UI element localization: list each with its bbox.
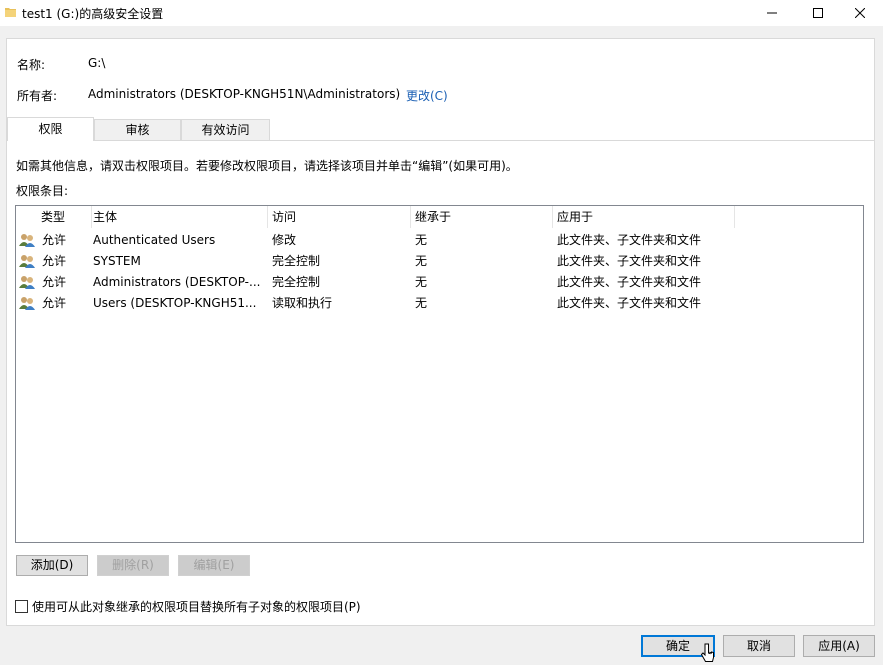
cell-access: 完全控制 <box>272 254 321 268</box>
cell-inherited: 无 <box>415 254 428 268</box>
table-row[interactable]: 允许 SYSTEM 完全控制 无 此文件夹、子文件夹和文件 <box>16 251 863 272</box>
entries-label: 权限条目: <box>16 184 69 198</box>
cell-inherited: 无 <box>415 233 428 247</box>
users-icon <box>19 255 35 268</box>
table-row[interactable]: 允许 Users (DESKTOP-KNGH51... 读取和执行 无 此文件夹… <box>16 293 863 314</box>
cell-applies: 此文件夹、子文件夹和文件 <box>557 254 702 268</box>
column-header-applies[interactable]: 应用于 <box>552 206 735 228</box>
owner-value: Administrators (DESKTOP-KNGH51N\Administ… <box>88 87 401 101</box>
apply-button[interactable]: 应用(A) <box>803 635 875 657</box>
cell-access: 完全控制 <box>272 275 321 289</box>
cell-applies: 此文件夹、子文件夹和文件 <box>557 233 702 247</box>
table-row[interactable]: 允许 Administrators (DESKTOP-... 完全控制 无 此文… <box>16 272 863 293</box>
users-icon <box>19 276 35 289</box>
cell-access: 读取和执行 <box>272 296 333 310</box>
instructions-text: 如需其他信息，请双击权限项目。若要修改权限项目，请选择该项目并单击“编辑”(如果… <box>16 159 518 173</box>
mouse-cursor-icon <box>701 643 714 662</box>
change-owner-link[interactable]: 更改(C) <box>406 87 448 104</box>
cell-applies: 此文件夹、子文件夹和文件 <box>557 275 702 289</box>
column-header-inherited[interactable]: 继承于 <box>410 206 553 228</box>
cell-type: 允许 <box>42 254 67 268</box>
owner-label: 所有者: <box>17 89 58 103</box>
maximize-button[interactable] <box>795 0 841 26</box>
window-title: test1 (G:)的高级安全设置 <box>22 7 164 21</box>
cell-applies: 此文件夹、子文件夹和文件 <box>557 296 702 310</box>
add-button[interactable]: 添加(D) <box>16 555 88 576</box>
tab-permissions[interactable]: 权限 <box>7 117 94 141</box>
cell-inherited: 无 <box>415 275 428 289</box>
cell-type: 允许 <box>42 296 67 310</box>
permissions-list[interactable]: 类型 主体 访问 继承于 应用于 允许 Authenticated Users … <box>15 205 864 543</box>
close-icon <box>855 8 865 18</box>
remove-button[interactable]: 删除(R) <box>97 555 169 576</box>
close-button[interactable] <box>837 0 883 26</box>
users-icon <box>19 234 35 247</box>
minimize-button[interactable] <box>749 0 795 26</box>
cell-type: 允许 <box>42 233 67 247</box>
maximize-icon <box>813 8 823 18</box>
cell-inherited: 无 <box>415 296 428 310</box>
edit-button[interactable]: 编辑(E) <box>178 555 250 576</box>
cell-principal: SYSTEM <box>93 254 141 268</box>
users-icon <box>19 297 35 310</box>
folder-icon <box>5 8 16 17</box>
cell-type: 允许 <box>42 275 67 289</box>
column-header-type[interactable]: 类型 <box>36 206 92 228</box>
column-header-access[interactable]: 访问 <box>267 206 411 228</box>
cell-principal: Users (DESKTOP-KNGH51... <box>93 296 257 310</box>
table-row[interactable]: 允许 Authenticated Users 修改 无 此文件夹、子文件夹和文件 <box>16 230 863 251</box>
replace-permissions-label: 使用可从此对象继承的权限项目替换所有子对象的权限项目(P) <box>32 600 361 614</box>
tab-effective-access[interactable]: 有效访问 <box>181 119 270 140</box>
column-header-principal[interactable]: 主体 <box>88 206 268 228</box>
cell-principal: Authenticated Users <box>93 233 216 247</box>
minimize-icon <box>767 12 777 14</box>
tab-divider <box>7 140 875 141</box>
title-bar: test1 (G:)的高级安全设置 <box>0 0 883 26</box>
tab-auditing[interactable]: 审核 <box>94 119 181 140</box>
name-value: G:\ <box>88 56 106 70</box>
replace-permissions-checkbox[interactable] <box>15 600 28 613</box>
cancel-button[interactable]: 取消 <box>723 635 795 657</box>
cell-access: 修改 <box>272 233 297 247</box>
name-label: 名称: <box>17 58 46 72</box>
cell-principal: Administrators (DESKTOP-... <box>93 275 261 289</box>
